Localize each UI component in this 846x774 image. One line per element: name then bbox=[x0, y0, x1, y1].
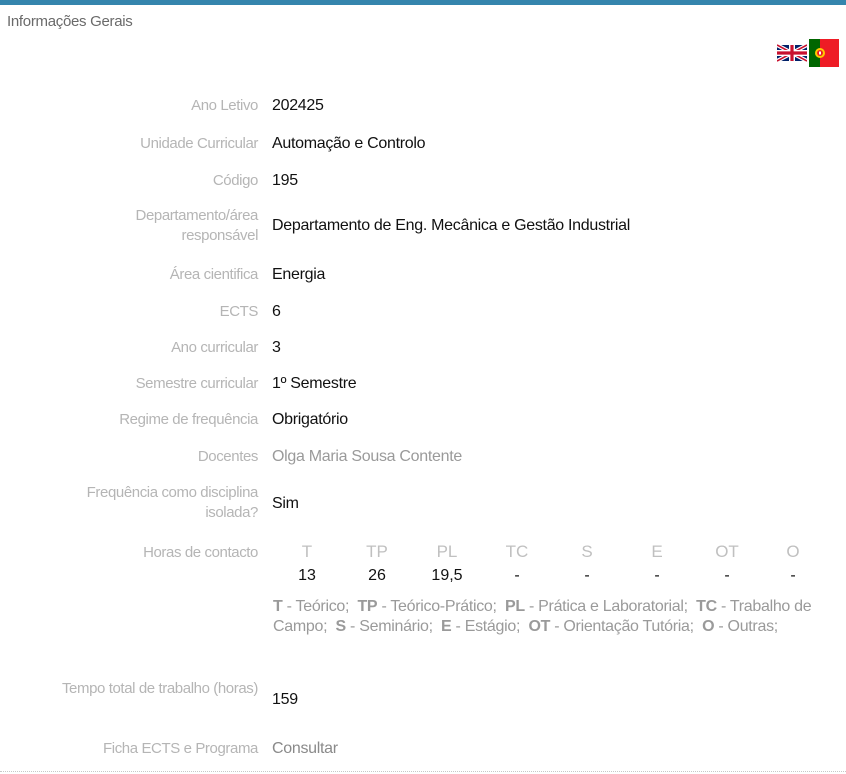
hours-header-pl: PL bbox=[436, 542, 458, 561]
label-regime-frequencia: Regime de frequência bbox=[119, 411, 258, 428]
label-unidade-curricular: Unidade Curricular bbox=[140, 135, 258, 152]
portugal-flag-icon[interactable] bbox=[809, 38, 839, 68]
label-docentes: Docentes bbox=[197, 448, 259, 465]
hours-header-s: S bbox=[581, 542, 593, 561]
label-horas-contacto: Horas de contacto bbox=[143, 544, 258, 561]
value-tempo-total: 159 bbox=[272, 691, 298, 708]
legend-desc-e: Estágio; bbox=[464, 618, 521, 635]
legend-desc-tp: Teórico-Prático; bbox=[390, 598, 497, 615]
value-departamento: Departamento de Eng. Mecânica e Gestão I… bbox=[272, 217, 630, 234]
value-semestre-curricular: 1º Semestre bbox=[272, 375, 357, 392]
value-ano-curricular: 3 bbox=[272, 339, 281, 356]
hours-value-o: - bbox=[790, 567, 796, 584]
bottom-divider bbox=[0, 771, 846, 772]
legend-code-pl: PL bbox=[504, 598, 525, 615]
legend-code-ot: OT bbox=[528, 618, 551, 635]
label-ano-letivo: Ano Letivo bbox=[191, 97, 258, 114]
value-docentes: Olga Maria Sousa Contente bbox=[272, 448, 462, 465]
value-frequencia-isolada: Sim bbox=[272, 495, 299, 512]
value-unidade-curricular: Automação e Controlo bbox=[272, 135, 426, 152]
label-tempo-total: Tempo total de trabalho (horas) bbox=[61, 680, 258, 697]
value-codigo: 195 bbox=[272, 172, 298, 189]
hours-value-tc: - bbox=[514, 567, 520, 584]
hours-legend: T - Teórico; TP - Teórico-Prático; PL - … bbox=[273, 598, 812, 635]
hours-value-e: - bbox=[654, 567, 660, 584]
value-ects: 6 bbox=[272, 303, 281, 320]
label-ects: ECTS bbox=[219, 303, 259, 320]
legend-desc-t: Teórico; bbox=[295, 598, 350, 615]
hours-header-tp: TP bbox=[366, 542, 388, 561]
legend-desc-s: Seminário; bbox=[359, 618, 433, 635]
label-ficha-ects: Ficha ECTS e Programa bbox=[103, 740, 258, 757]
label-semestre-curricular: Semestre curricular bbox=[135, 375, 259, 392]
legend-code-tp: TP bbox=[357, 598, 378, 615]
hours-value-t: 13 bbox=[298, 567, 316, 584]
value-area-cientifica: Energia bbox=[272, 266, 326, 283]
value-regime-frequencia: Obrigatório bbox=[272, 411, 348, 428]
uk-flag-icon[interactable] bbox=[777, 38, 807, 68]
hours-header-ot: OT bbox=[715, 542, 739, 561]
hours-value-ot: - bbox=[724, 567, 730, 584]
legend-desc-pl: Prática e Laboratorial; bbox=[538, 598, 688, 615]
label-area-cientifica: Área cientifica bbox=[169, 266, 259, 283]
language-switcher bbox=[777, 38, 839, 68]
top-accent-bar bbox=[0, 0, 846, 5]
legend-code-t: T bbox=[273, 598, 283, 615]
legend-code-s: S bbox=[335, 618, 347, 635]
hours-header-tc: TC bbox=[505, 542, 529, 561]
hours-header-o: O bbox=[786, 542, 800, 561]
legend-desc-ot: Orientação Tutória; bbox=[563, 618, 694, 635]
hours-value-pl: 19,5 bbox=[431, 567, 463, 584]
legend-desc-o: Outras; bbox=[727, 618, 779, 635]
label-frequencia-isolada: Frequência como disciplina isolada? bbox=[86, 484, 259, 521]
consultar-link[interactable]: Consultar bbox=[272, 739, 338, 759]
hours-header-e: E bbox=[651, 542, 663, 561]
hours-value-tp: 26 bbox=[368, 567, 386, 584]
legend-code-tc: TC bbox=[696, 598, 717, 615]
hours-header-t: T bbox=[301, 542, 313, 561]
label-codigo: Código bbox=[212, 172, 259, 189]
label-departamento: Departamento/área responsável bbox=[135, 207, 259, 244]
value-ano-letivo: 202425 bbox=[272, 97, 324, 114]
legend-code-o: O bbox=[702, 618, 715, 635]
legend-code-e: E bbox=[441, 618, 452, 635]
label-ano-curricular: Ano curricular bbox=[171, 339, 258, 356]
hours-value-s: - bbox=[584, 567, 590, 584]
section-title: Informações Gerais bbox=[7, 13, 133, 30]
